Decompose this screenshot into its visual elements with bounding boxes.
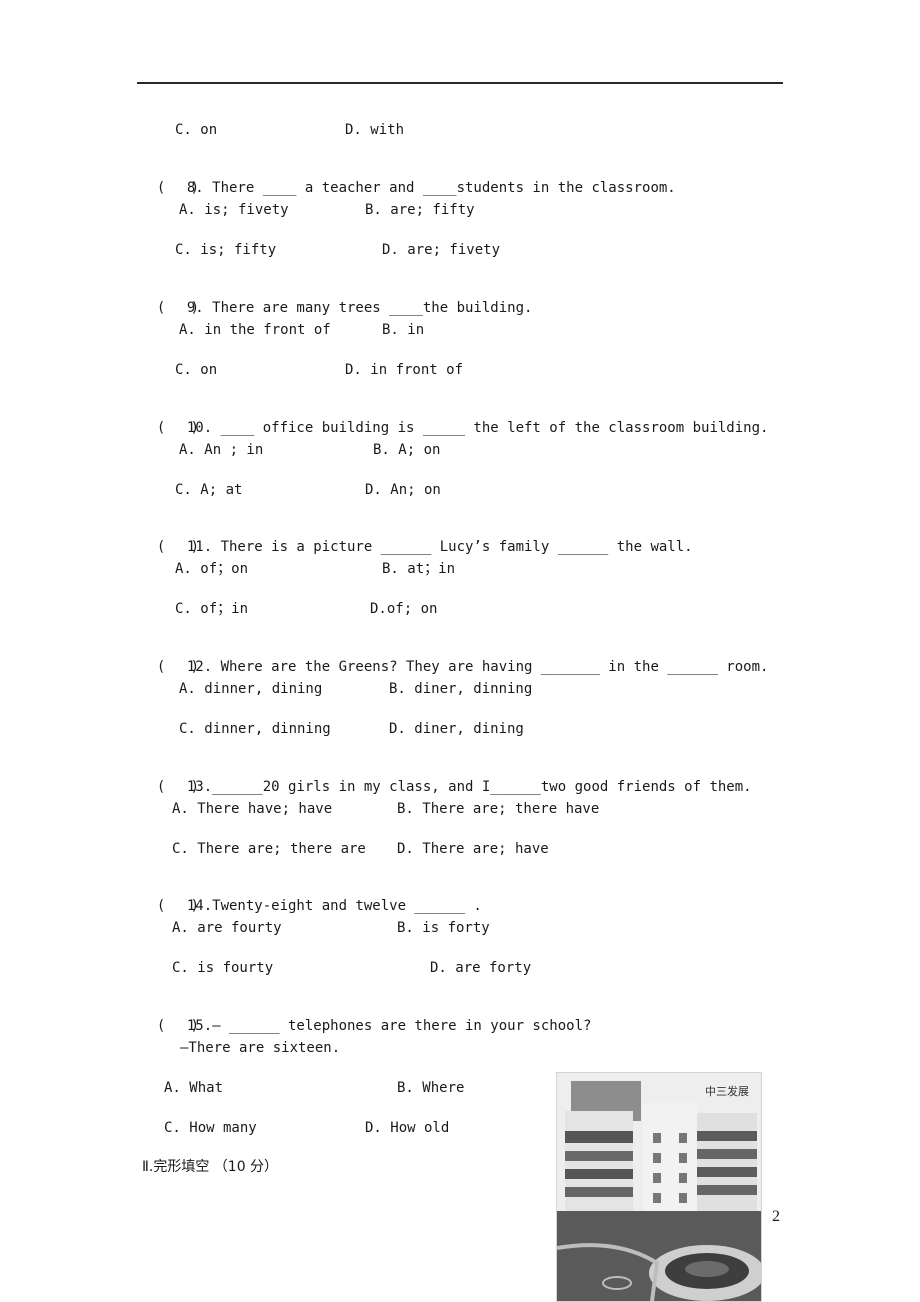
- q10-option-c: C. A; at: [175, 482, 243, 498]
- q15-option-c: C. How many: [164, 1120, 257, 1136]
- question-10: ( )10. ____ office building is _____ the…: [140, 401, 769, 437]
- q9-option-a: A. in the front of: [179, 322, 331, 338]
- q15-option-d: D. How old: [365, 1120, 450, 1136]
- question-12: ( )12. Where are the Greens? They are ha…: [140, 640, 769, 676]
- q13-option-c: C. There are; there are: [172, 841, 366, 857]
- q14-option-a: A. are fourty: [172, 920, 282, 936]
- q10-option-a: A. An ; in: [179, 442, 264, 458]
- answer-blank[interactable]: ( ): [157, 778, 199, 796]
- question-text: 11. There is a picture ______ Lucy’s fam…: [186, 539, 693, 555]
- q8-option-a: A. is; fivety: [179, 202, 289, 218]
- q8-option-b: B. are; fifty: [365, 202, 475, 218]
- q14-option-d: D. are forty: [430, 960, 532, 976]
- answer-blank[interactable]: ( ): [157, 299, 199, 317]
- q10-option-d: D. An; on: [365, 482, 441, 498]
- question-text: 13.______20 girls in my class, and I____…: [186, 779, 752, 795]
- question-text: 12. Where are the Greens? They are havin…: [186, 659, 769, 675]
- question-9: ( )9. There are many trees ____the build…: [140, 281, 533, 317]
- q11-option-d: D.of; on: [370, 601, 438, 617]
- q7-option-d: D. with: [345, 122, 405, 138]
- page-number: 2: [772, 1208, 780, 1225]
- header-rule: [137, 82, 783, 84]
- q13-option-b: B. There are; there have: [397, 801, 600, 817]
- question-text: 8. There ____ a teacher and ____students…: [186, 180, 676, 196]
- question-13: ( )13.______20 girls in my class, and I_…: [140, 760, 752, 796]
- q15-answer-line: —There are sixteen.: [180, 1040, 341, 1056]
- q8-option-c: C. is; fifty: [175, 242, 277, 258]
- q11-option-a: A. of；on: [175, 561, 249, 577]
- q11-option-c: C. of；in: [175, 601, 249, 617]
- school-building-illustration: 中三发展: [557, 1073, 761, 1301]
- q14-option-b: B. is forty: [397, 920, 490, 936]
- school-building-photo: 中三发展: [556, 1072, 762, 1302]
- question-text: 9. There are many trees ____the building…: [186, 300, 533, 316]
- answer-blank[interactable]: ( ): [157, 419, 199, 437]
- q9-option-b: B. in: [382, 322, 425, 338]
- q12-option-d: D. diner, dining: [389, 721, 524, 737]
- q12-option-a: A. dinner, dining: [179, 681, 323, 697]
- question-11: ( )11. There is a picture ______ Lucy’s …: [140, 520, 693, 556]
- section-heading: Ⅱ.完形填空 （10 分）: [142, 1159, 279, 1175]
- q7-option-c: C. on: [175, 122, 218, 138]
- q9-option-c: C. on: [175, 362, 218, 378]
- q10-option-b: B. A; on: [373, 442, 441, 458]
- q8-option-d: D. are; fivety: [382, 242, 501, 258]
- question-15: ( )15.— ______ telephones are there in y…: [140, 999, 592, 1035]
- q11-option-b: B. at；in: [382, 561, 456, 577]
- q15-option-a: A. What: [164, 1080, 224, 1096]
- answer-blank[interactable]: ( ): [157, 658, 199, 676]
- answer-blank[interactable]: ( ): [157, 897, 199, 915]
- q13-option-d: D. There are; have: [397, 841, 549, 857]
- q14-option-c: C. is fourty: [172, 960, 274, 976]
- answer-blank[interactable]: ( ): [157, 179, 199, 197]
- question-14: ( )14.Twenty-eight and twelve ______ .: [140, 879, 482, 915]
- q13-option-a: A. There have; have: [172, 801, 333, 817]
- answer-blank[interactable]: ( ): [157, 538, 199, 556]
- q15-option-b: B. Where: [397, 1080, 465, 1096]
- question-8: ( )8. There ____ a teacher and ____stude…: [140, 161, 676, 197]
- answer-blank[interactable]: ( ): [157, 1017, 199, 1035]
- q12-option-b: B. diner, dinning: [389, 681, 533, 697]
- question-text: 14.Twenty-eight and twelve ______ .: [186, 898, 482, 914]
- q12-option-c: C. dinner, dinning: [179, 721, 331, 737]
- building-sign: 中三发展: [705, 1084, 749, 1098]
- question-text: 10. ____ office building is _____ the le…: [186, 420, 769, 436]
- q9-option-d: D. in front of: [345, 362, 464, 378]
- question-text: 15.— ______ telephones are there in your…: [186, 1018, 592, 1034]
